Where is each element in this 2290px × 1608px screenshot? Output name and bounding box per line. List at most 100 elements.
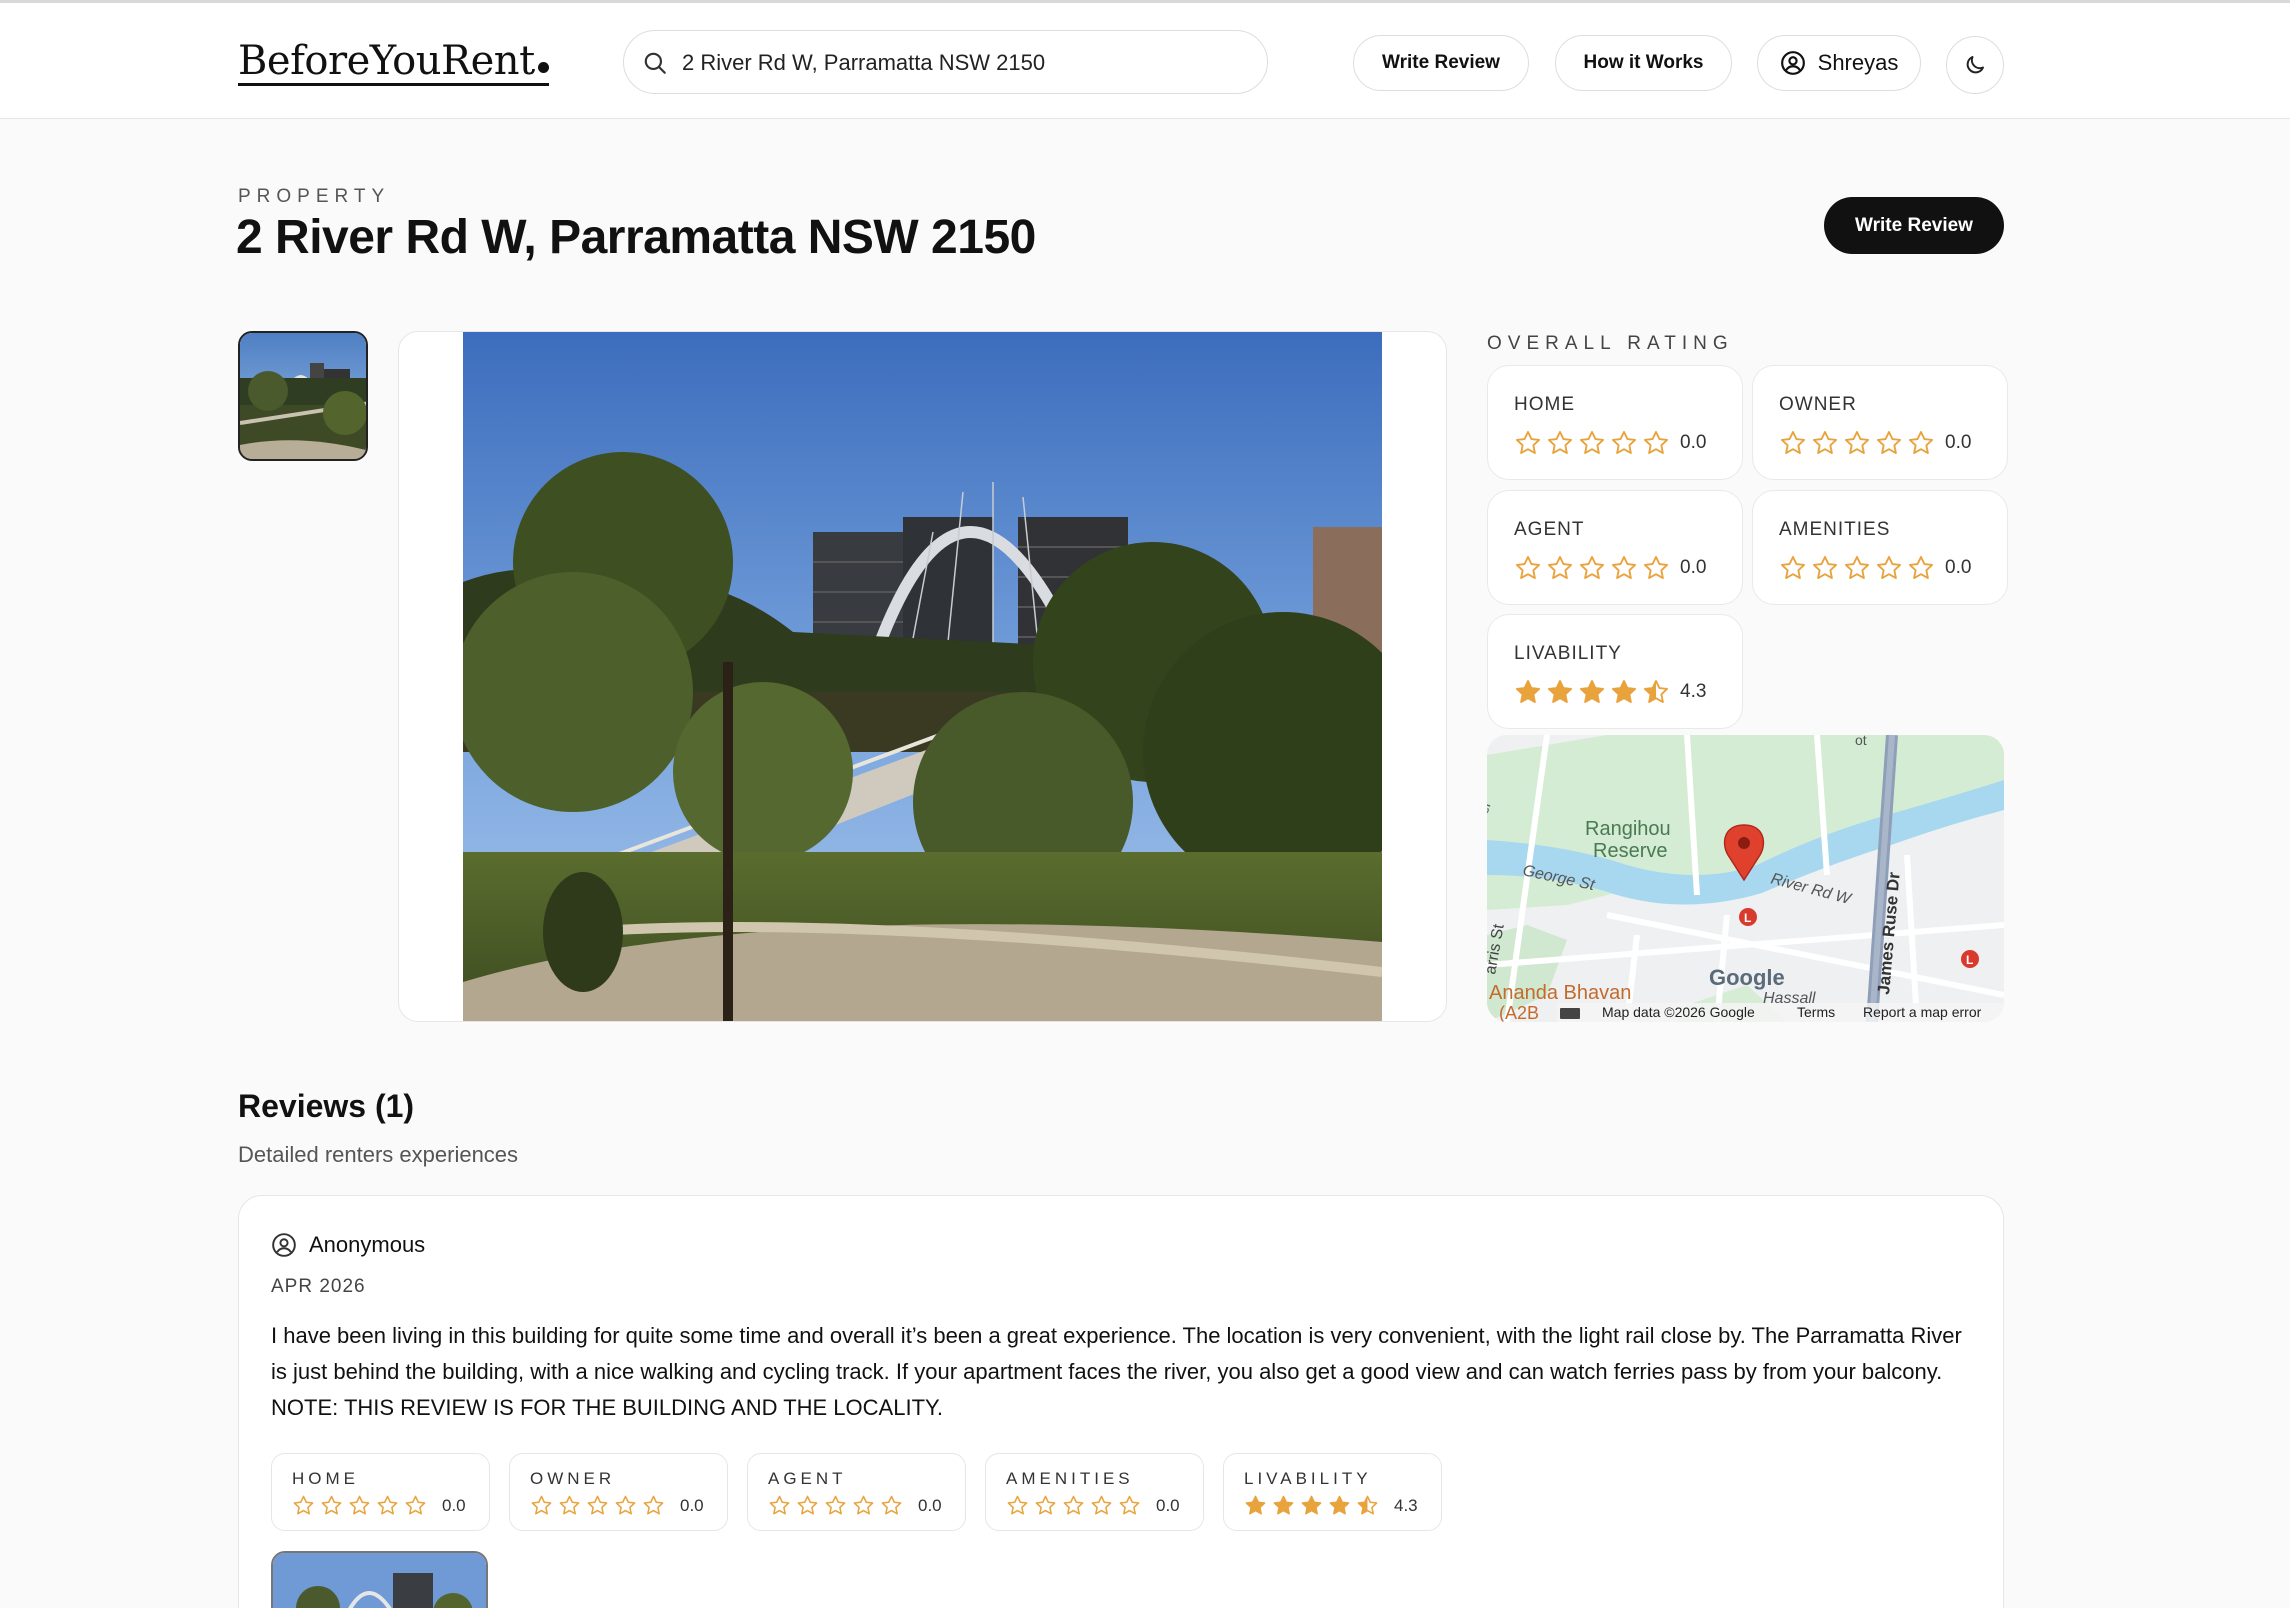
star-empty-icon <box>587 1495 608 1515</box>
review-rating-label: AMENITIES <box>1006 1469 1134 1488</box>
review-rating-agent: AGENT 0.0 <box>747 1453 966 1531</box>
user-menu-button[interactable]: Shreyas <box>1757 35 1921 91</box>
search-bar[interactable] <box>623 30 1268 94</box>
site-header: BeforeYouRent Write Review How it Works … <box>0 3 2290 119</box>
rating-value: 0.0 <box>1680 432 1707 453</box>
google-logo: Google <box>1709 965 1785 990</box>
map-label-reserve: Reserve <box>1593 840 1667 862</box>
how-it-works-button[interactable]: How it Works <box>1555 35 1732 91</box>
review-rating-stars <box>530 1494 665 1517</box>
review-photo-thumbnail[interactable] <box>271 1551 488 1608</box>
main-photo-frame[interactable] <box>398 331 1447 1022</box>
map-report-error-link[interactable]: Report a map error <box>1863 1004 1982 1020</box>
star-empty-icon <box>1611 430 1637 454</box>
review-rating-value: 0.0 <box>1156 1496 1180 1515</box>
review-rating-owner: OWNER 0.0 <box>509 1453 728 1531</box>
star-partial-icon <box>1357 1495 1378 1515</box>
rating-card-label: AGENT <box>1514 519 1585 540</box>
rating-card-label: LIVABILITY <box>1514 643 1622 664</box>
review-rating-label: AGENT <box>768 1469 847 1488</box>
map-attribution: Map data ©2026 Google <box>1602 1004 1755 1020</box>
star-empty-icon <box>1643 555 1669 579</box>
logo-dot <box>537 62 549 73</box>
review-rating-home: HOME 0.0 <box>271 1453 490 1531</box>
star-empty-icon <box>1579 555 1605 579</box>
star-empty-icon <box>797 1495 818 1515</box>
review-rating-stars <box>768 1494 903 1517</box>
star-full-icon <box>1579 679 1605 703</box>
map-label-ot: ot <box>1855 735 1867 748</box>
photo-thumbnail[interactable] <box>238 331 368 461</box>
star-empty-icon <box>769 1495 790 1515</box>
star-full-icon <box>1301 1495 1322 1515</box>
star-empty-icon <box>531 1495 552 1515</box>
star-empty-icon <box>1063 1495 1084 1515</box>
rating-value: 0.0 <box>1945 432 1972 453</box>
star-empty-icon <box>881 1495 902 1515</box>
map-small-pin-label: L <box>1744 911 1751 925</box>
rating-card-agent: AGENT 0.0 <box>1487 490 1743 605</box>
write-review-button[interactable]: Write Review <box>1824 197 2004 254</box>
map-label-ananda-bhavan: Ananda Bhavan <box>1489 982 1631 1004</box>
star-empty-icon <box>1876 430 1902 454</box>
star-full-icon <box>1273 1495 1294 1515</box>
rating-value: 0.0 <box>1945 557 1972 578</box>
review-text: I have been living in this building for … <box>271 1323 1962 1420</box>
rating-value: 0.0 <box>1680 557 1707 578</box>
moon-icon <box>1966 56 1984 74</box>
star-empty-icon <box>1091 1495 1112 1515</box>
rating-stars <box>1514 429 1670 457</box>
star-empty-icon <box>1844 555 1870 579</box>
review-author: Anonymous <box>271 1232 425 1258</box>
star-empty-icon <box>643 1495 664 1515</box>
search-icon <box>644 52 666 74</box>
theme-toggle-button[interactable] <box>1946 36 2004 94</box>
star-empty-icon <box>405 1495 426 1515</box>
star-partial-icon <box>1643 679 1669 703</box>
star-empty-icon <box>1515 430 1541 454</box>
star-empty-icon <box>1119 1495 1140 1515</box>
keyboard-icon[interactable] <box>1560 1008 1580 1019</box>
review-rating-label: LIVABILITY <box>1244 1469 1372 1488</box>
star-empty-icon <box>1780 430 1806 454</box>
review-card: Anonymous APR 2026 I have been living in… <box>238 1195 2004 1608</box>
rating-stars <box>1514 554 1670 582</box>
star-empty-icon <box>1812 555 1838 579</box>
site-logo[interactable]: BeforeYouRent <box>238 39 549 86</box>
star-empty-icon <box>1908 555 1934 579</box>
header-write-review-button[interactable]: Write Review <box>1353 35 1529 91</box>
review-rating-label: OWNER <box>530 1469 616 1488</box>
review-rating-stars <box>1006 1494 1141 1517</box>
user-circle-icon <box>1780 51 1805 75</box>
rating-card-label: OWNER <box>1779 394 1857 415</box>
property-eyebrow: PROPERTY <box>238 186 391 207</box>
review-rating-stars <box>292 1494 427 1517</box>
star-empty-icon <box>321 1495 342 1515</box>
user-circle-icon <box>272 1233 296 1257</box>
star-full-icon <box>1547 679 1573 703</box>
property-address-title: 2 River Rd W, Parramatta NSW 2150 <box>236 211 1036 264</box>
rating-stars <box>1779 429 1935 457</box>
map-small-pin-label: L <box>1966 953 1973 967</box>
star-empty-icon <box>377 1495 398 1515</box>
property-map[interactable]: Rangihou Reserve George St River Rd W Ja… <box>1487 735 2004 1022</box>
star-full-icon <box>1245 1495 1266 1515</box>
rating-card-owner: OWNER 0.0 <box>1752 365 2008 480</box>
rating-card-amenities: AMENITIES 0.0 <box>1752 490 2008 605</box>
map-terms-link[interactable]: Terms <box>1797 1004 1835 1020</box>
rating-card-label: AMENITIES <box>1779 519 1891 540</box>
review-rating-stars <box>1244 1494 1379 1517</box>
search-input[interactable] <box>682 43 1242 83</box>
review-rating-value: 0.0 <box>918 1496 942 1515</box>
star-empty-icon <box>1908 430 1934 454</box>
star-empty-icon <box>1643 430 1669 454</box>
user-name: Shreyas <box>1817 50 1899 75</box>
overall-rating-label: OVERALL RATING <box>1487 333 1734 354</box>
review-rating-value: 0.0 <box>442 1496 466 1515</box>
review-rating-value: 4.3 <box>1394 1496 1418 1515</box>
star-empty-icon <box>1547 555 1573 579</box>
star-empty-icon <box>1780 555 1806 579</box>
property-photo <box>463 332 1382 1021</box>
reviews-title: Reviews (1) <box>238 1088 415 1124</box>
review-date: APR 2026 <box>271 1276 366 1297</box>
